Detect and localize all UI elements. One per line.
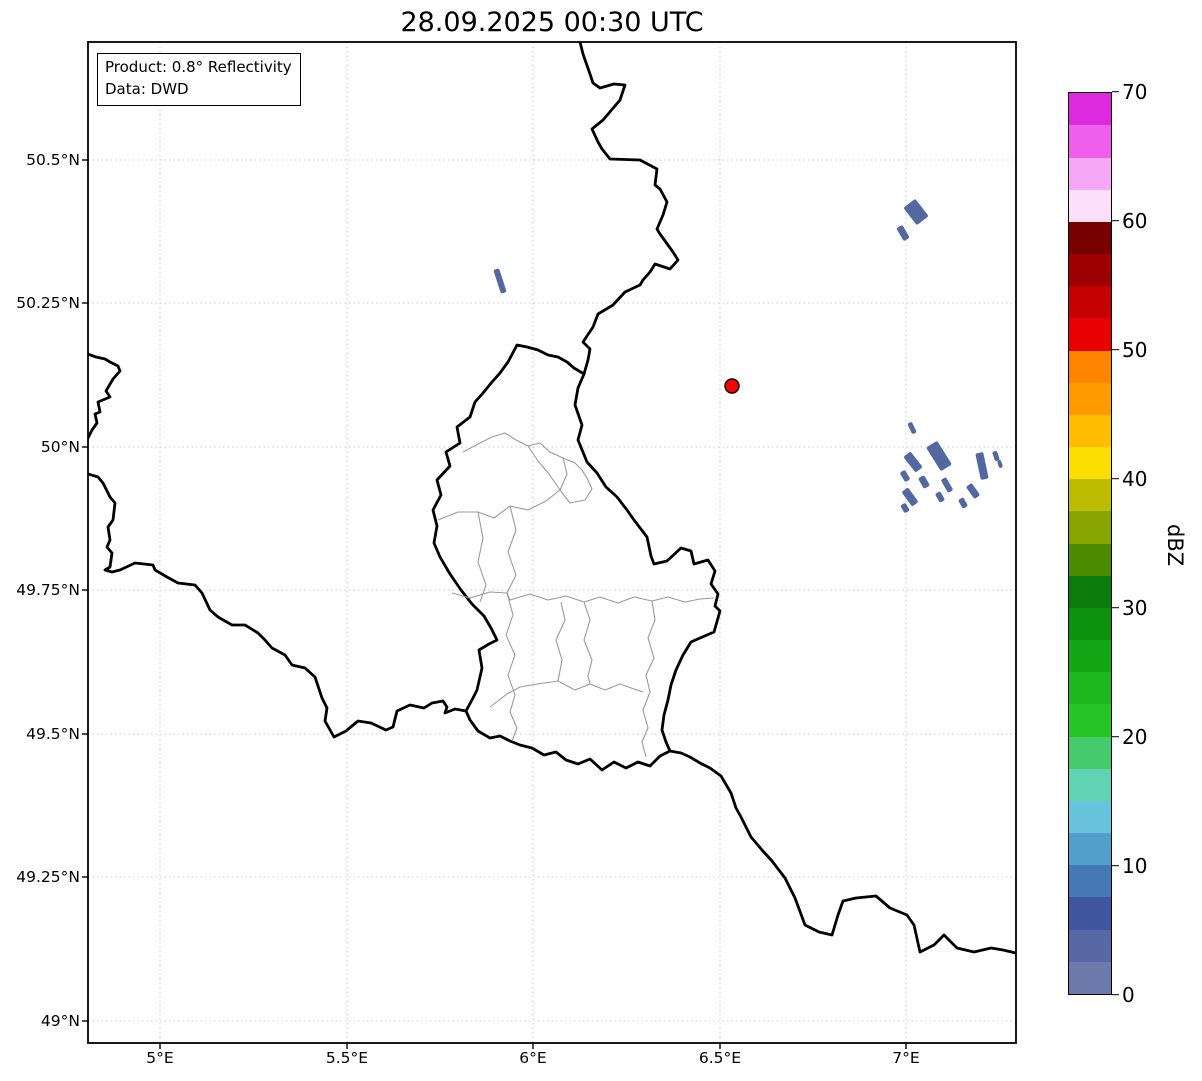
echo-cell [992,450,1000,462]
radar-site-marker [724,378,740,394]
echo-cell [941,477,953,493]
colorbar-tick-mark [1112,994,1119,996]
colorbar-segment [1069,543,1111,576]
colorbar-segment [1069,254,1111,287]
x-tick-label: 6.5°E [698,1049,742,1067]
luxembourg-outline [431,343,722,772]
echo-cell [966,483,980,499]
map-frame [87,41,1017,1044]
colorbar-segment [1069,93,1111,126]
x-tick-label: 6°E [519,1049,547,1067]
colorbar-tick-label: 0 [1122,983,1135,1007]
map-plot [82,41,1017,1049]
colorbar-tick-label: 20 [1122,725,1148,749]
echo-cell [926,441,952,471]
y-tick-label: 49.5°N [26,725,80,743]
belgium-germany-border [578,42,680,376]
gridlines [88,42,1016,1043]
product-info-line2: Data: DWD [105,79,189,98]
echo-cell [493,268,507,294]
radar-figure: 28.09.2025 00:30 UTC Product: 0.8° Refle… [0,0,1202,1081]
echo-cell [904,199,928,225]
y-tick-label: 49°N [40,1012,80,1030]
colorbar-tick-mark [1112,478,1119,480]
colorbar-tick-label: 70 [1122,80,1148,104]
colorbar-segment [1069,672,1111,705]
colorbar-axis-label: dBZ [1163,523,1187,567]
echo-cell [997,460,1003,468]
colorbar-segment [1069,768,1111,801]
echo-cell [918,475,930,489]
axis-tick-marks [82,159,907,1049]
colorbar-segment [1069,318,1111,351]
x-tick-label: 5.5°E [325,1049,369,1067]
radar-echoes [493,199,1003,513]
colorbar-segment [1069,382,1111,415]
y-tick-label: 49.25°N [16,868,80,886]
echo-cell [900,503,910,513]
colorbar-segment [1069,157,1111,190]
colorbar-tick-mark [1112,865,1119,867]
echo-cell [907,422,917,434]
luxembourg-canton-borders [437,432,715,758]
product-info-line1: Product: 0.8° Reflectivity [105,58,292,76]
colorbar-segment [1069,833,1111,866]
y-tick-label: 50.5°N [26,151,80,169]
colorbar-tick-mark [1112,736,1119,738]
colorbar-segment [1069,961,1111,994]
colorbar-segment [1069,704,1111,737]
givet-salient-border [88,352,122,443]
colorbar-segment [1069,350,1111,383]
colorbar [1068,92,1112,995]
colorbar-segment [1069,929,1111,962]
colorbar-segment [1069,640,1111,673]
product-info-box: Product: 0.8° Reflectivity Data: DWD [97,53,301,106]
y-tick-label: 49.75°N [16,581,80,599]
colorbar-tick-label: 10 [1122,854,1148,878]
colorbar-segment [1069,414,1111,448]
y-tick-label: 50°N [40,438,80,456]
colorbar-segment [1069,736,1111,769]
france-germany-border [668,749,1016,955]
colorbar-tick-mark [1112,220,1119,222]
echo-cell [935,491,945,503]
colorbar-tick-mark [1112,607,1119,609]
colorbar-tick-label: 40 [1122,467,1148,491]
colorbar-segment [1069,575,1111,608]
echo-cell [896,225,910,241]
colorbar-segment [1069,511,1111,544]
echo-cell [958,497,968,509]
colorbar-segment [1069,479,1111,512]
colorbar-segment [1069,221,1111,255]
y-tick-label: 50.25°N [16,294,80,312]
colorbar-segment [1069,286,1111,319]
colorbar-segment [1069,189,1111,222]
colorbar-segment [1069,447,1111,480]
france-belgium-border [88,472,468,739]
colorbar-segment [1069,800,1111,834]
colorbar-segment [1069,125,1111,158]
colorbar-segment [1069,865,1111,898]
echo-cell [900,470,910,482]
colorbar-segment [1069,897,1111,930]
colorbar-segment [1069,607,1111,641]
colorbar-tick-label: 60 [1122,209,1148,233]
x-tick-label: 7°E [892,1049,920,1067]
colorbar-tick-mark [1112,349,1119,351]
x-tick-label: 5°E [146,1049,174,1067]
colorbar-tick-mark [1112,91,1119,93]
colorbar-tick-label: 30 [1122,596,1148,620]
colorbar-tick-label: 50 [1122,338,1148,362]
echo-cell [975,452,989,480]
